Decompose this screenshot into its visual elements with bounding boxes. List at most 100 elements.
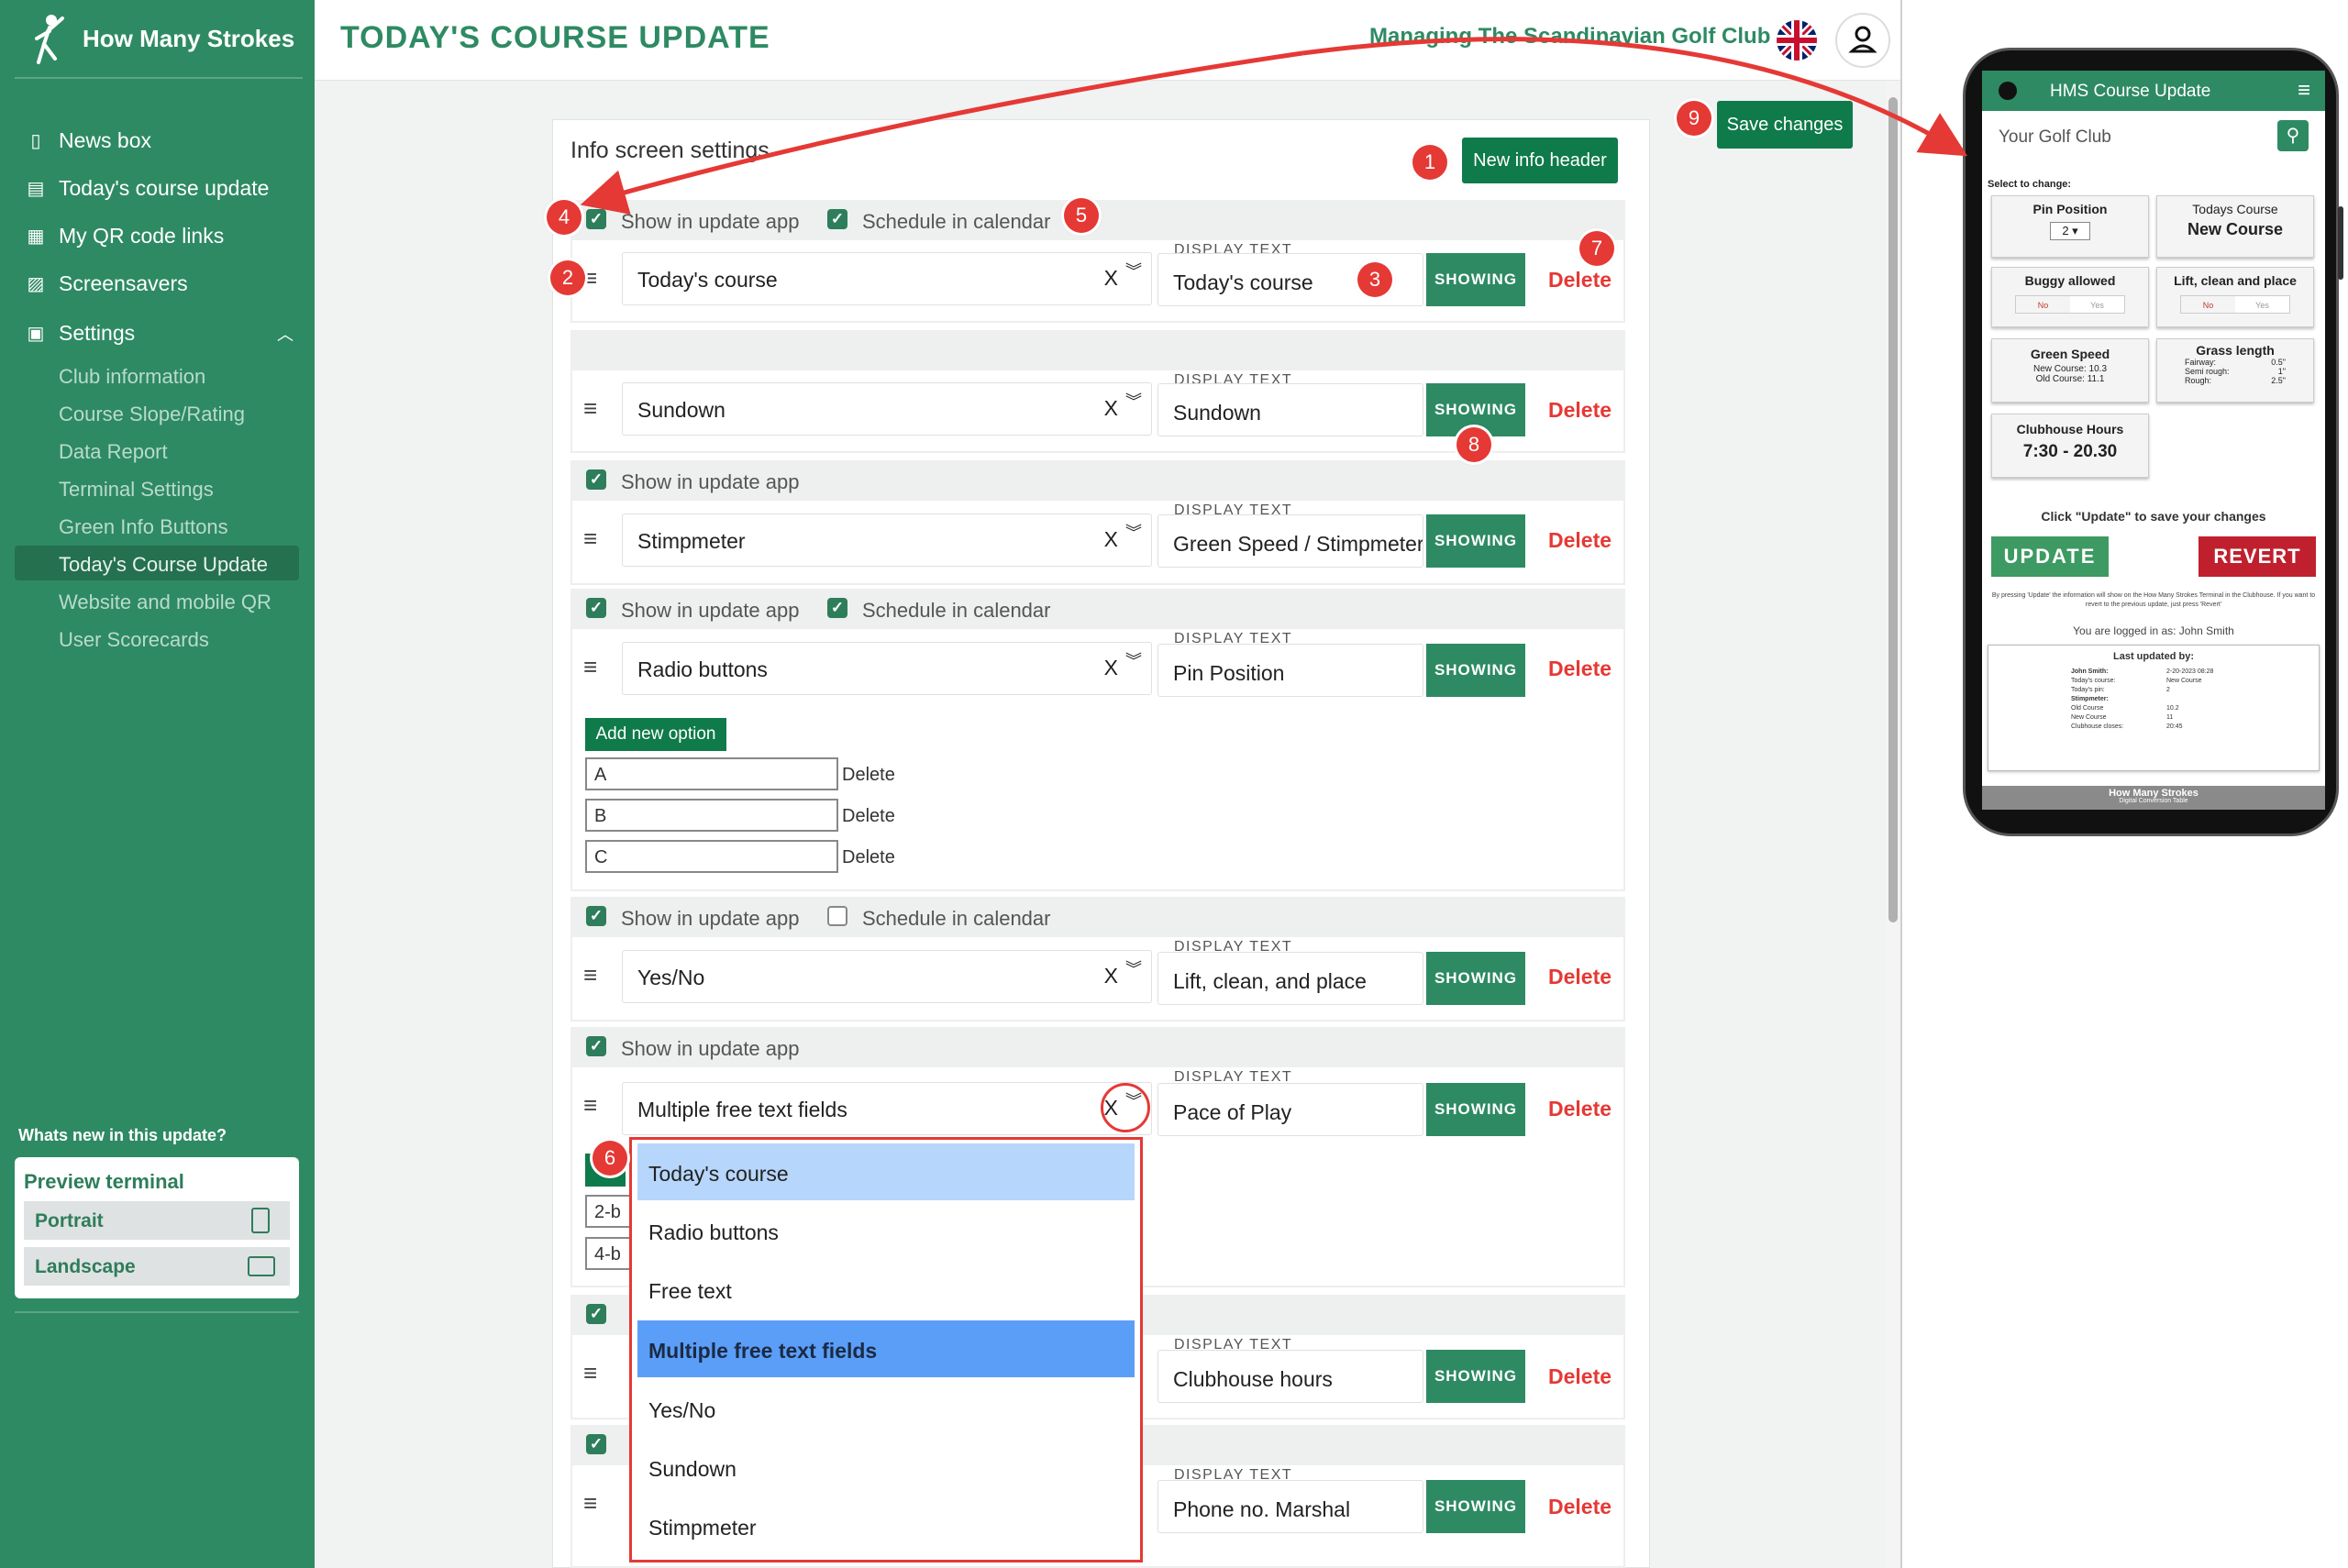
managing-club[interactable]: Managing The Scandinavian Golf Club [1369,24,1770,50]
yes-option[interactable]: Yes [2235,296,2289,313]
display-text-input[interactable]: Sundown [1157,383,1423,436]
delete-button[interactable]: Delete [1548,1097,1611,1121]
type-select[interactable]: Yes/No X ︾ [622,950,1152,1003]
clear-icon[interactable]: X [1104,396,1118,421]
type-select[interactable]: Sundown X ︾ [622,382,1152,436]
sub-green-info-buttons[interactable]: Green Info Buttons [59,515,228,539]
chevron-down-icon[interactable]: ︾ [1125,263,1142,280]
dropdown-option-selected[interactable]: Multiple free text fields [637,1320,1135,1377]
chevron-down-icon[interactable]: ︾ [1125,961,1142,977]
nav-screensavers[interactable]: ▨ Screensavers [26,271,188,296]
tile-clubhouse-hours[interactable]: Clubhouse Hours 7:30 - 20.30 [1991,414,2149,478]
showing-toggle[interactable]: SHOWING [1426,1350,1525,1403]
dropdown-option[interactable]: Today's course [637,1143,1135,1200]
sub-terminal-settings[interactable]: Terminal Settings [59,478,214,502]
sub-todays-course-update[interactable]: Today's Course Update [59,553,268,577]
sub-club-information[interactable]: Club information [59,365,205,389]
show-in-app-checkbox[interactable]: ✓ [586,906,606,926]
option-delete-link[interactable]: Delete [842,847,895,868]
tile-buggy-allowed[interactable]: Buggy allowed No Yes [1991,267,2149,327]
delete-button[interactable]: Delete [1548,1495,1611,1519]
display-text-input[interactable]: Phone no. Marshal [1157,1480,1423,1533]
dropdown-option[interactable]: Stimpmeter [637,1497,1135,1554]
tile-green-speed[interactable]: Green Speed New Course: 10.3 Old Course:… [1991,338,2149,403]
revert-button[interactable]: REVERT [2198,536,2316,577]
scrollbar-track[interactable] [1886,81,1900,1568]
delete-button[interactable]: Delete [1548,657,1611,681]
type-select[interactable]: Radio buttons X ︾ [622,642,1152,695]
no-option[interactable]: No [2016,296,2070,313]
chevron-down-icon[interactable]: ︾ [1125,393,1142,410]
schedule-checkbox[interactable]: ✓ [827,209,847,229]
showing-toggle[interactable]: SHOWING [1426,952,1525,1005]
type-select[interactable]: Today's course X ︾ [622,252,1152,305]
option-delete-link[interactable]: Delete [842,765,895,786]
dropdown-option[interactable]: Radio buttons [637,1202,1135,1259]
dropdown-option[interactable]: Sundown [637,1439,1135,1496]
drag-handle-icon[interactable]: ≡ [583,266,604,290]
nav-news-box[interactable]: ▯ News box [26,128,151,153]
scrollbar-thumb[interactable] [1888,97,1898,922]
schedule-checkbox[interactable] [827,906,847,926]
nav-todays-course-update[interactable]: ▤ Today's course update [26,176,270,201]
nav-qr-code-links[interactable]: ▦ My QR code links [26,224,225,248]
type-select[interactable]: Stimpmeter X ︾ [622,513,1152,567]
delete-button[interactable]: Delete [1548,1364,1611,1389]
user-avatar-icon[interactable] [1835,13,1890,68]
showing-toggle[interactable]: SHOWING [1426,1083,1525,1136]
pin-select[interactable]: 2 ▾ [2050,222,2090,240]
sub-data-report[interactable]: Data Report [59,440,168,464]
tile-pin-position[interactable]: Pin Position 2 ▾ [1991,195,2149,258]
clear-icon[interactable]: X [1104,964,1118,988]
option-input[interactable]: A [585,757,838,790]
display-text-input[interactable]: Lift, clean, and place [1157,952,1423,1005]
landscape-button[interactable]: Landscape [24,1247,290,1286]
tile-grass-length[interactable]: Grass length Fairway: 0.5" Semi rough: 1" … [2156,338,2314,403]
show-in-app-checkbox[interactable]: ✓ [586,1036,606,1056]
show-in-app-checkbox[interactable]: ✓ [586,469,606,490]
drag-handle-icon[interactable]: ≡ [583,1361,604,1385]
show-in-app-checkbox[interactable]: ✓ [586,1434,606,1454]
tile-lift-clean-place[interactable]: Lift, clean and place No Yes [2156,267,2314,327]
clear-icon[interactable]: X [1104,656,1118,680]
type-select[interactable]: Multiple free text fields X ︾ [622,1082,1152,1135]
drag-handle-icon[interactable]: ≡ [583,1491,604,1515]
sub-website-mobile-qr[interactable]: Website and mobile QR [59,591,271,614]
update-button[interactable]: UPDATE [1991,536,2109,577]
schedule-checkbox[interactable]: ✓ [827,598,847,618]
menu-icon[interactable]: ≡ [2298,78,2310,104]
display-text-input[interactable]: Pin Position [1157,644,1423,697]
nav-settings[interactable]: ▣ Settings ︿ [26,321,294,346]
dropdown-option[interactable]: Yes/No [637,1380,1135,1437]
brand[interactable]: How Many Strokes [31,13,294,64]
yes-no-toggle[interactable]: No Yes [2180,295,2290,314]
display-text-input[interactable]: Pace of Play [1157,1083,1423,1136]
drag-handle-icon[interactable]: ≡ [583,526,604,550]
whats-new-link[interactable]: Whats new in this update? [18,1126,227,1145]
tile-todays-course[interactable]: Todays Course New Course [2156,195,2314,258]
yes-option[interactable]: Yes [2070,296,2124,313]
option-input[interactable]: C [585,840,838,873]
chevron-down-icon[interactable]: ︾ [1125,525,1142,541]
no-option[interactable]: No [2181,296,2235,313]
showing-toggle[interactable]: SHOWING [1426,1480,1525,1533]
sub-course-slope-rating[interactable]: Course Slope/Rating [59,403,245,426]
showing-toggle[interactable]: SHOWING [1426,644,1525,697]
option-delete-link[interactable]: Delete [842,806,895,827]
delete-button[interactable]: Delete [1548,398,1611,423]
showing-toggle[interactable]: SHOWING [1426,253,1525,306]
drag-handle-icon[interactable]: ≡ [583,963,604,987]
drag-handle-icon[interactable]: ≡ [583,655,604,679]
chevron-down-icon[interactable]: ︾ [1125,653,1142,669]
show-in-app-checkbox[interactable]: ✓ [586,209,606,229]
show-in-app-checkbox[interactable]: ✓ [586,1304,606,1324]
sub-user-scorecards[interactable]: User Scorecards [59,628,209,652]
delete-button[interactable]: Delete [1548,268,1611,293]
option-input[interactable]: B [585,799,838,832]
delete-button[interactable]: Delete [1548,965,1611,989]
add-new-option-button[interactable]: Add new option [585,718,726,751]
clear-icon[interactable]: X [1104,527,1118,552]
save-changes-button[interactable]: Save changes [1717,101,1853,149]
show-in-app-checkbox[interactable]: ✓ [586,598,606,618]
clear-icon[interactable]: X [1104,266,1118,291]
